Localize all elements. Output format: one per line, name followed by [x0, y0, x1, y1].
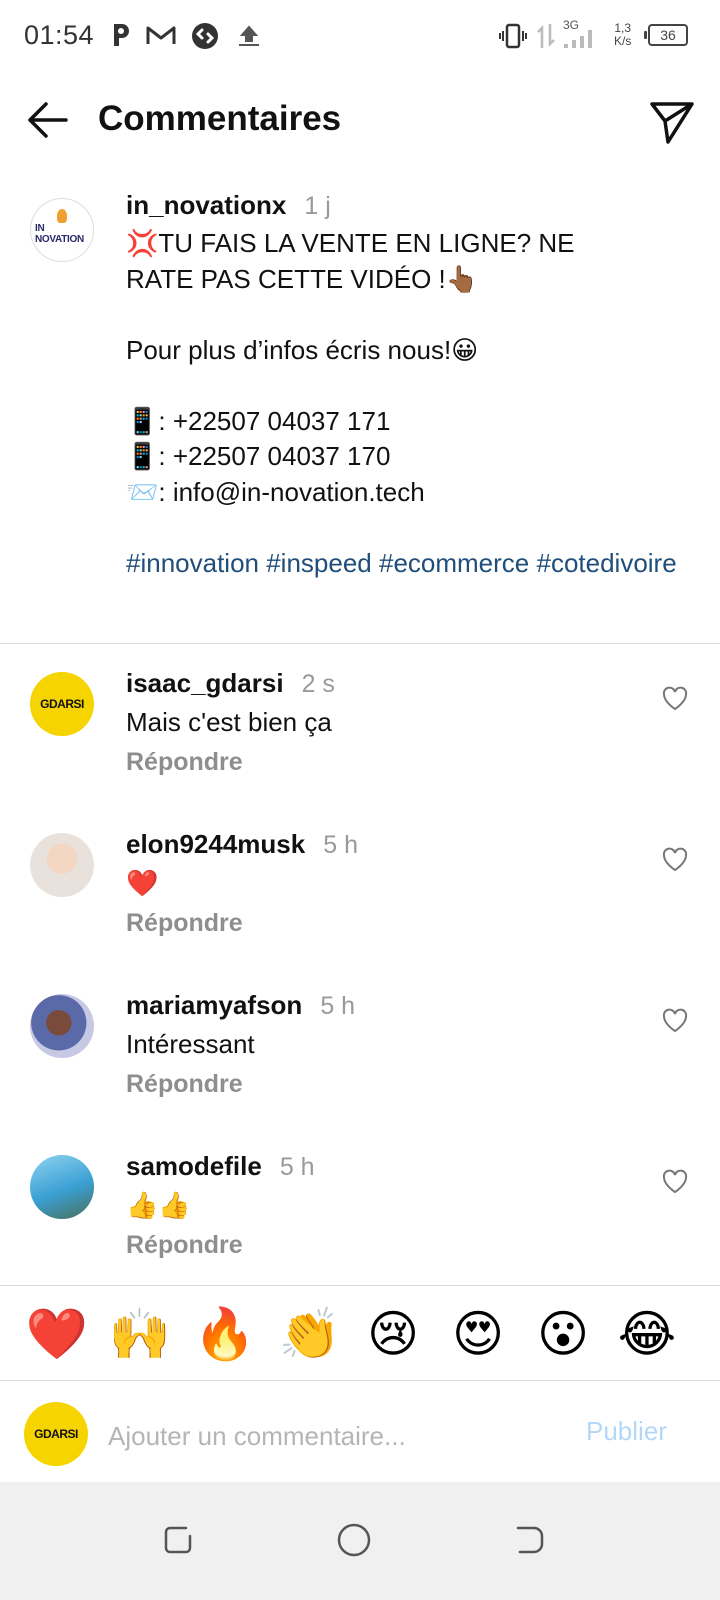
status-bar: 01:54 3G 1,3 K/s 36	[0, 0, 720, 72]
comment-item: mariamyafson 5 h Intéressant Répondre	[0, 990, 720, 1150]
comment-item: samodefile 5 h 👍👍 Répondre	[0, 1151, 720, 1311]
reply-button[interactable]: Répondre	[126, 1070, 626, 1099]
post-time: 1 j	[304, 192, 331, 220]
avatar-logo-text: GDARSI	[40, 697, 84, 711]
emoji-fire[interactable]: 🔥	[190, 1304, 260, 1364]
emoji-laughing[interactable]: 😂	[612, 1304, 682, 1364]
comment-composer: GDARSI Publier	[0, 1390, 720, 1482]
commenter-avatar[interactable]	[30, 994, 94, 1058]
reply-button[interactable]: Répondre	[126, 909, 626, 938]
avatar-logo-text: GDARSI	[34, 1427, 78, 1441]
back-arrow-icon[interactable]	[22, 94, 74, 146]
post-author-avatar[interactable]: IN NOVATION	[30, 198, 94, 262]
comment-text: Mais c'est bien ça	[126, 707, 332, 737]
status-time: 01:54	[24, 20, 95, 50]
gmail-icon	[146, 26, 176, 44]
caption-line: RATE PAS CETTE VIDÉO !👆🏾	[126, 263, 479, 294]
send-icon[interactable]	[646, 96, 698, 148]
comment-item: GDARSI isaac_gdarsi 2 s Mais c'est bien ç…	[0, 668, 720, 828]
divider	[0, 643, 720, 644]
emoji-quick-reactions: ❤️ 🙌 🔥 👏 😢 😍 😮 😂	[0, 1304, 720, 1384]
shazam-icon	[192, 23, 218, 49]
comment-username[interactable]: isaac_gdarsi	[126, 668, 284, 698]
heart-icon[interactable]	[662, 847, 688, 873]
battery-icon: 36	[644, 24, 688, 46]
comment-time: 5 h	[279, 1153, 315, 1181]
comment-username[interactable]: samodefile	[126, 1151, 262, 1181]
caption-line: 📱: +22507 04037 170	[126, 441, 391, 471]
caption-line	[126, 510, 686, 546]
post-author-username[interactable]: in_novationx	[126, 190, 286, 220]
commenter-avatar[interactable]	[30, 833, 94, 897]
vibrate-icon	[499, 23, 527, 49]
lightbulb-logo-icon	[57, 209, 67, 223]
caption-line: 📱: +22507 04037 171	[126, 405, 391, 436]
comment-text: ❤️	[126, 868, 159, 898]
parking-icon	[114, 24, 129, 46]
caption-line: 💢TU FAIS LA VENTE EN LIGNE? NE	[126, 228, 575, 258]
publish-button[interactable]: Publier	[586, 1416, 667, 1447]
comment-item: elon9244musk 5 h ❤️ Répondre	[0, 829, 720, 989]
page-title: Commentaires	[98, 99, 342, 138]
caption-line	[126, 368, 686, 404]
network-speed: 1,3 K/s	[614, 21, 632, 48]
reply-button[interactable]: Répondre	[126, 1231, 626, 1260]
commenter-avatar[interactable]: GDARSI	[30, 672, 94, 736]
comment-input[interactable]	[108, 1412, 548, 1460]
commenter-avatar[interactable]	[30, 1155, 94, 1219]
comment-text: 👍👍	[126, 1190, 191, 1220]
header: Commentaires	[0, 72, 720, 168]
signal-icon	[564, 30, 592, 48]
home-icon[interactable]	[334, 1520, 374, 1560]
emoji-clap[interactable]: 👏	[275, 1304, 345, 1364]
reply-button[interactable]: Répondre	[126, 748, 626, 777]
comment-time: 5 h	[323, 831, 358, 859]
divider	[0, 1285, 720, 1286]
caption-line: 📨: info@in-novation.tech	[126, 476, 425, 507]
emoji-heart-eyes[interactable]: 😍	[443, 1304, 513, 1364]
emoji-surprised[interactable]: 😮	[528, 1304, 598, 1364]
caption-line	[126, 297, 686, 333]
comment-username[interactable]: mariamyafson	[126, 990, 302, 1020]
emoji-heart[interactable]: ❤️	[22, 1304, 92, 1364]
comment-time: 5 h	[320, 992, 356, 1020]
heart-icon[interactable]	[662, 1008, 688, 1034]
current-user-avatar: GDARSI	[24, 1402, 88, 1466]
divider	[0, 1380, 720, 1381]
heart-icon[interactable]	[662, 1169, 688, 1195]
comment-time: 2 s	[301, 670, 335, 698]
system-nav-bar	[0, 1482, 720, 1600]
caption-line: Pour plus d’infos écris nous!😀	[126, 334, 479, 365]
avatar-logo-text: IN NOVATION	[35, 223, 84, 245]
data-transfer-icon	[537, 24, 555, 48]
post-caption: in_novationx 1 j 💢TU FAIS LA VENTE EN LIG…	[126, 190, 686, 581]
caption-hashtags[interactable]: #innovation #inspeed #ecommerce #cotediv…	[126, 546, 686, 582]
emoji-crying[interactable]: 😢	[358, 1304, 428, 1364]
comment-username[interactable]: elon9244musk	[126, 829, 305, 859]
back-nav-icon[interactable]	[508, 1520, 548, 1560]
upload-icon	[239, 25, 259, 46]
emoji-raised-hands[interactable]: 🙌	[105, 1304, 175, 1364]
heart-icon[interactable]	[662, 686, 688, 712]
recent-apps-icon[interactable]	[158, 1520, 198, 1560]
comment-text: Intéressant	[126, 1029, 255, 1059]
